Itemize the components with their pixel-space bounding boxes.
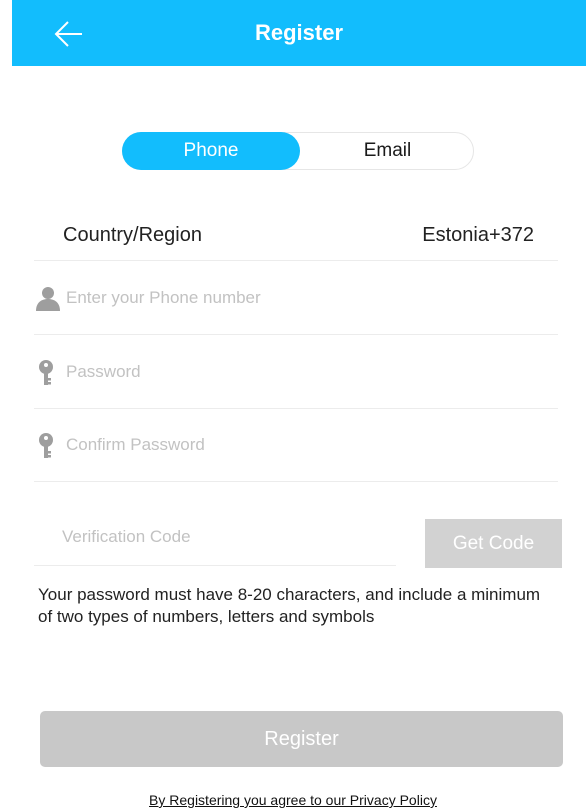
privacy-policy-link[interactable]: By Registering you agree to our Privacy … [0,792,586,808]
key-icon [39,433,53,458]
user-icon [36,287,60,311]
register-button[interactable]: Register [40,711,563,767]
password-requirements-hint: Your password must have 8-20 characters,… [38,585,541,626]
tab-email[interactable]: Email [300,132,475,170]
tab-phone[interactable]: Phone [122,132,300,170]
confirm-password-row [34,408,558,482]
phone-input[interactable] [66,281,546,315]
confirm-password-input[interactable] [66,428,546,462]
login-method-toggle: Phone Email [122,132,474,170]
register-screen: Register Phone Email Country/Region Esto… [0,0,586,812]
country-region-value: Estonia+372 [422,224,534,246]
password-row [34,335,558,409]
phone-row [34,261,558,335]
page-title: Register [254,20,344,45]
verification-code-input[interactable] [62,520,382,554]
key-icon [39,360,53,385]
get-code-button[interactable]: Get Code [425,519,562,568]
password-input[interactable] [66,355,546,389]
verification-code-row [34,508,396,566]
country-region-label: Country/Region [63,224,202,246]
country-region-selector[interactable]: Country/Region Estonia+372 [34,213,558,261]
app-header: Register [12,0,586,66]
